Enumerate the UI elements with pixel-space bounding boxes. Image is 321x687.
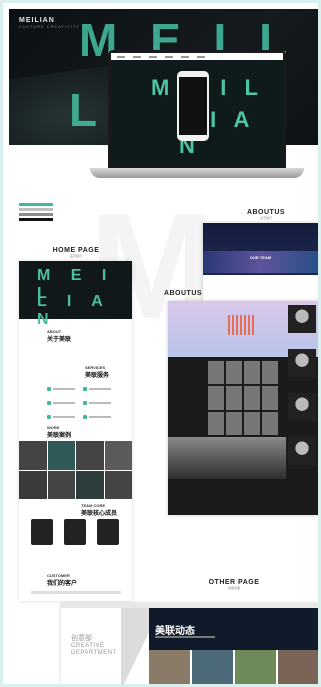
work-gallery xyxy=(19,441,132,499)
portfolio-canvas: MEILIAN CULTURE CREATIVITY M E I L L I A… xyxy=(0,0,321,687)
homepage-preview: M E I L L I A N ABOUT 关于美联 SERVICES 美联服务 W… xyxy=(19,261,132,601)
team-member-photo xyxy=(64,519,86,545)
laptop-lid: M E I L L I A N xyxy=(108,50,286,169)
news-section: 美联动态 xyxy=(149,608,318,684)
creative-department: 创意部 CREATIVE DEPARTMENT xyxy=(71,635,117,656)
work-section-title: WORK 美联案例 xyxy=(47,425,72,439)
label-aboutus-top: ABOUTUS 关于我们 xyxy=(246,209,286,220)
team-section-title: TEAM CORE 美联核心成员 xyxy=(81,503,118,517)
homepage-hero: M E I L L I A N xyxy=(19,261,132,328)
brand-title: MEILIAN xyxy=(19,17,55,24)
team-member-photo xyxy=(97,519,119,545)
label-home-page: HOME PAGE 首页展示 xyxy=(52,247,100,258)
about-photo-grid xyxy=(208,361,278,435)
other-page-preview: 创意部 CREATIVE DEPARTMENT 美联动态 xyxy=(61,603,318,684)
laptop-screen: M E I L L I A N xyxy=(111,53,283,166)
laptop-base xyxy=(90,168,304,178)
customer-section-title: CUSTOMER 我们的客户 xyxy=(47,573,78,587)
news-title: 美联动态 xyxy=(155,626,195,637)
about-skyline-image xyxy=(168,437,286,479)
customer-logos xyxy=(31,591,121,594)
brand-subtitle: CULTURE CREATIVITY xyxy=(19,24,80,29)
about-portraits xyxy=(288,305,318,481)
screen-nav xyxy=(111,53,283,60)
label-other-page: OTHER PAGE 其他页面 xyxy=(208,579,260,590)
laptop-mockup: M E I L L I A N xyxy=(90,50,304,182)
aboutus-preview-long xyxy=(168,301,318,515)
about-team-text: OUR TEAM xyxy=(249,255,272,260)
phone-mockup xyxy=(177,71,209,141)
team-member-photo xyxy=(31,519,53,545)
project-info xyxy=(19,153,109,166)
services-section-title: SERVICES 美联服务 xyxy=(85,365,110,379)
news-images xyxy=(149,650,318,684)
about-section-title: ABOUT 关于美联 xyxy=(47,329,72,343)
about-content xyxy=(203,275,318,301)
hero-brand: MEILIAN CULTURE CREATIVITY xyxy=(19,17,80,29)
color-swatches xyxy=(19,203,53,223)
aboutus-preview-top: OUR TEAM xyxy=(203,223,318,301)
label-aboutus-left: ABOUTUS xyxy=(163,290,203,297)
